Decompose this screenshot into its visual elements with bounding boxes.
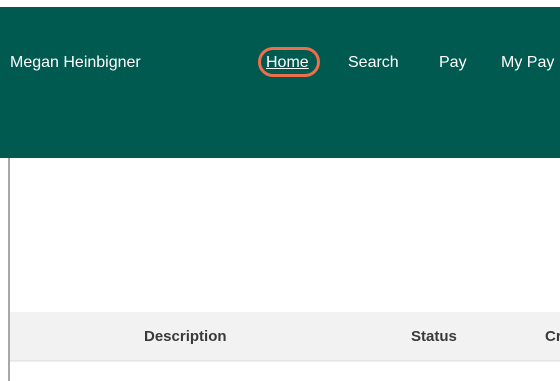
nav-home[interactable]: Home <box>266 53 309 73</box>
table-header: Description Status Cr <box>10 312 560 361</box>
column-header-description[interactable]: Description <box>144 328 227 346</box>
nav-my-pay[interactable]: My Pay <box>501 53 554 73</box>
top-header: Megan Heinbigner Home Search Pay My Pay <box>0 7 560 158</box>
column-header-status[interactable]: Status <box>411 328 457 346</box>
top-strip <box>0 0 560 7</box>
nav-pay[interactable]: Pay <box>439 53 467 73</box>
nav-search[interactable]: Search <box>348 53 399 73</box>
main-nav: Home Search Pay My Pay <box>0 53 560 73</box>
app-window: Megan Heinbigner Home Search Pay My Pay … <box>0 0 560 381</box>
column-header-created[interactable]: Cr <box>545 328 560 346</box>
content-area <box>10 158 560 312</box>
table-body-area <box>10 361 560 381</box>
